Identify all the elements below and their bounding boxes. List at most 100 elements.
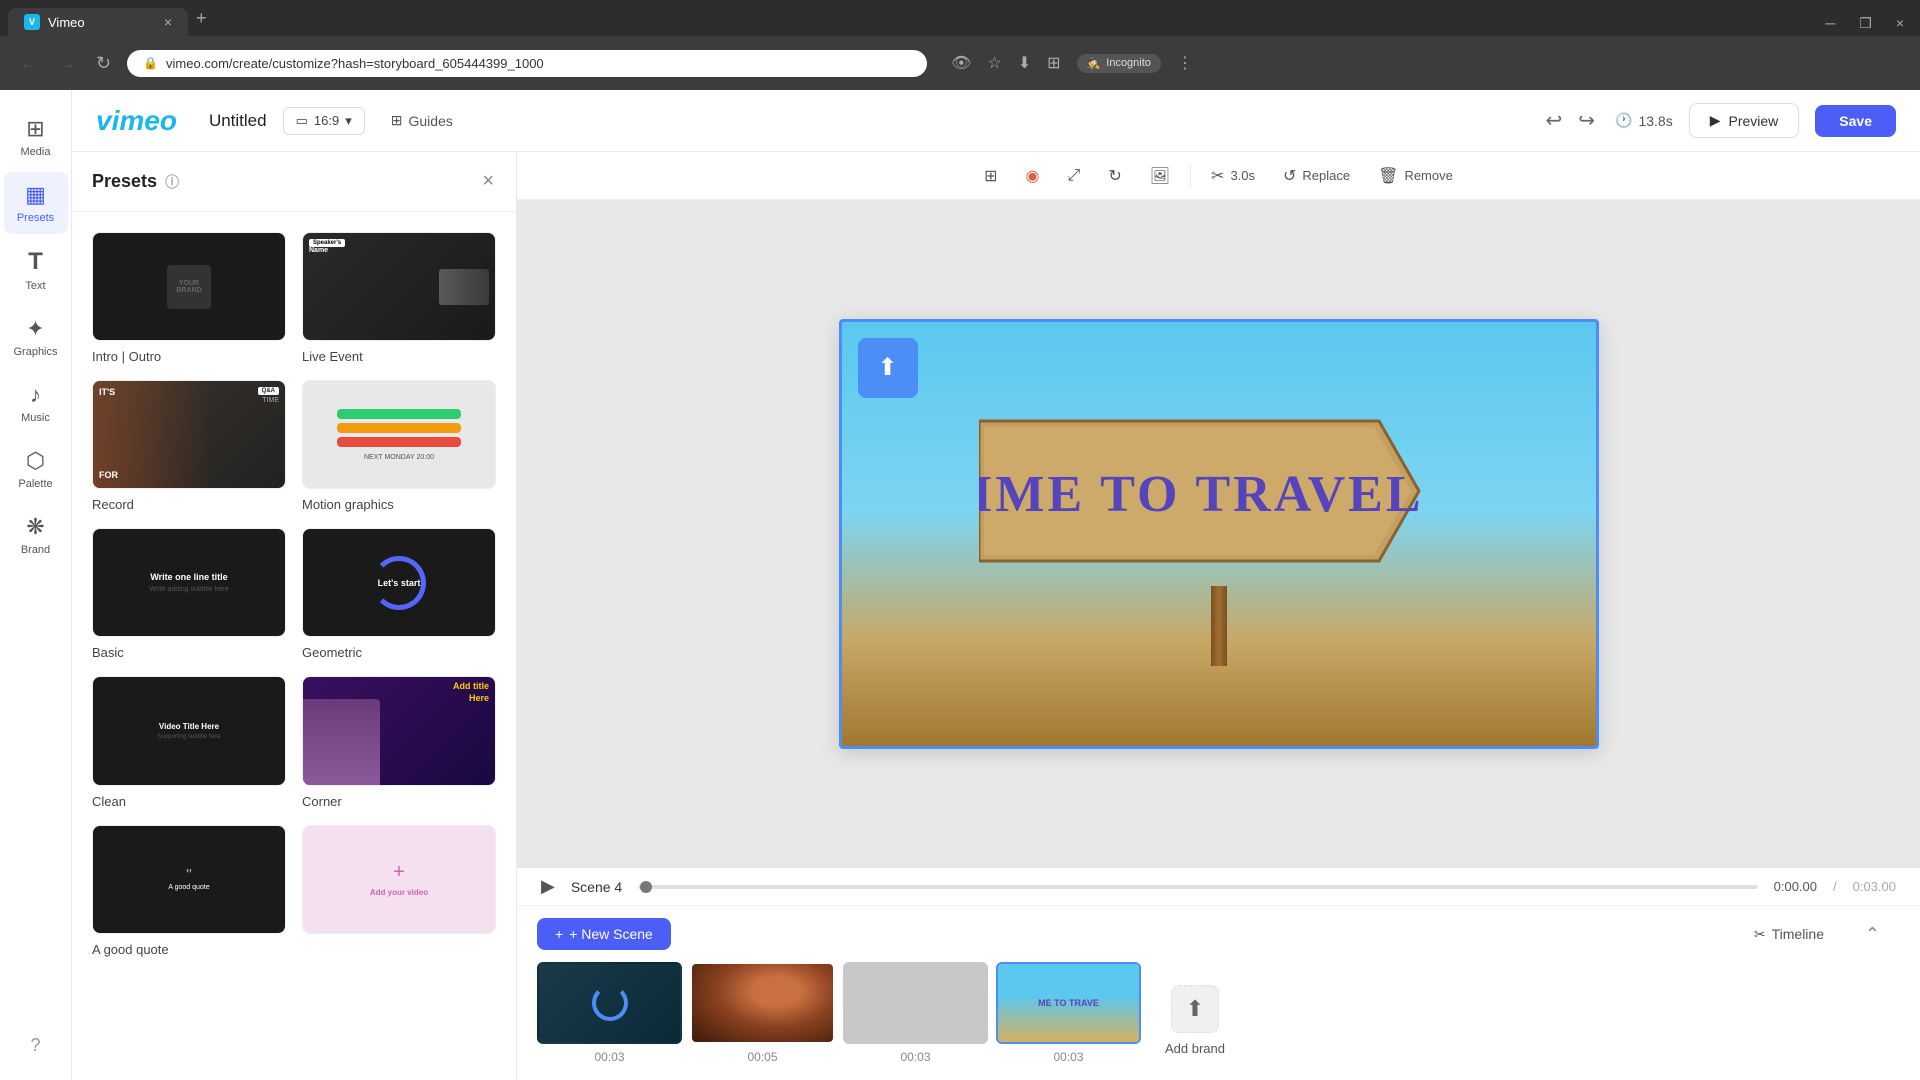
motion-bar-red bbox=[337, 437, 460, 447]
sign-pole bbox=[1211, 586, 1227, 666]
tab-favicon: V bbox=[24, 14, 40, 30]
guides-label: Guides bbox=[408, 113, 452, 129]
new-scene-button[interactable]: + + New Scene bbox=[537, 918, 671, 950]
save-button[interactable]: Save bbox=[1815, 105, 1896, 137]
preset-label-live: Live Event bbox=[302, 349, 496, 364]
editor-canvas-area: TIME TO TRAVEL ⬆ bbox=[517, 200, 1920, 867]
replace-label: Replace bbox=[1302, 168, 1350, 183]
toolbar-grid-tool[interactable]: ⊞ bbox=[972, 160, 1009, 192]
preset-clean[interactable]: Video Title Here Supporting subtitle her… bbox=[92, 676, 286, 808]
preview-button[interactable]: ▶ Preview bbox=[1689, 103, 1800, 138]
toolbar-trim-tool[interactable]: ✂ 3.0s bbox=[1199, 160, 1267, 192]
sidebar-item-brand[interactable]: ❋ Brand bbox=[4, 504, 68, 566]
aspect-ratio-button[interactable]: ▭ 16:9 ▾ bbox=[283, 107, 365, 135]
scene-thumb-3[interactable]: 00:03 bbox=[843, 962, 988, 1064]
vimeo-logo: vimeo bbox=[96, 105, 177, 137]
reload-button[interactable]: ↻ bbox=[92, 49, 115, 78]
scene-1-duration: 00:03 bbox=[594, 1050, 624, 1064]
preset-intro-outro[interactable]: YOUR BRAND Intro | Outro bbox=[92, 232, 286, 364]
address-bar[interactable]: 🔒 vimeo.com/create/customize?hash=storyb… bbox=[127, 50, 927, 77]
preset-basic[interactable]: Write one line title Write adding subtit… bbox=[92, 528, 286, 660]
play-button[interactable]: ▶ bbox=[541, 876, 555, 897]
motion-thumb-inner: NEXT MONDAY 20:00 bbox=[303, 381, 495, 488]
menu-icon[interactable]: ⋮ bbox=[1177, 53, 1193, 73]
scene-progress-bar[interactable] bbox=[638, 885, 1757, 889]
win-minimize-btn[interactable]: ─ bbox=[1817, 11, 1843, 36]
canvas-frame[interactable]: TIME TO TRAVEL ⬆ bbox=[839, 319, 1599, 749]
new-scene-label: + New Scene bbox=[569, 926, 653, 942]
progress-thumb bbox=[640, 881, 652, 893]
add-brand-button[interactable]: ⬆ Add brand bbox=[1157, 977, 1233, 1064]
clock-icon: 🕐 bbox=[1615, 112, 1632, 129]
help-button[interactable]: ? bbox=[22, 1027, 48, 1064]
bookmark-icon[interactable]: ☆ bbox=[987, 53, 1001, 73]
undo-button[interactable]: ↩ bbox=[1542, 104, 1567, 137]
preset-corner[interactable]: Add titleHere Corner bbox=[302, 676, 496, 808]
sidebar-item-palette[interactable]: ⬡ Palette bbox=[4, 438, 68, 500]
extensions-icon[interactable]: ⊞ bbox=[1047, 53, 1060, 73]
toolbar-image-tool[interactable]: 🖼 bbox=[1138, 160, 1182, 192]
panel-info-icon[interactable]: ⓘ bbox=[165, 172, 179, 192]
scene-thumbnails: 00:03 00:05 00:03 bbox=[517, 962, 1920, 1080]
scene-3-duration: 00:03 bbox=[900, 1050, 930, 1064]
preset-thumb-clean: Video Title Here Supporting subtitle her… bbox=[92, 676, 286, 785]
preset-label-motion: Motion graphics bbox=[302, 497, 496, 512]
preset-geometric[interactable]: Let's start Geometric bbox=[302, 528, 496, 660]
image-icon: 🖼 bbox=[1150, 166, 1170, 186]
live-thumb-inner: Speaker's Name bbox=[303, 233, 495, 340]
scene-thumb-4[interactable]: ME TO TRAVE 00:03 bbox=[996, 962, 1141, 1064]
browser-tab-vimeo[interactable]: V Vimeo × bbox=[8, 8, 188, 36]
timeline-collapse-button[interactable]: ⌃ bbox=[1865, 924, 1880, 945]
canvas-upload-button[interactable]: ⬆ bbox=[858, 338, 918, 398]
scene-thumb-1[interactable]: 00:03 bbox=[537, 962, 682, 1064]
toolbar-expand-tool[interactable]: ⤢ bbox=[1056, 161, 1093, 191]
browser-tabs: V Vimeo × + ─ ❐ × bbox=[0, 0, 1920, 36]
new-tab-button[interactable]: + bbox=[188, 8, 215, 29]
preset-thumb-corner: Add titleHere bbox=[302, 676, 496, 785]
url-text: vimeo.com/create/customize?hash=storyboa… bbox=[166, 56, 911, 71]
preset-label-intro: Intro | Outro bbox=[92, 349, 286, 364]
eye-off-icon[interactable]: 👁 bbox=[951, 53, 971, 73]
download-icon[interactable]: ⬇ bbox=[1018, 53, 1031, 73]
panel-close-button[interactable]: × bbox=[480, 168, 496, 195]
guides-button[interactable]: ⊞ Guides bbox=[381, 107, 463, 134]
incognito-badge: 🕵 Incognito bbox=[1077, 54, 1161, 73]
top-right-controls: ↩ ↪ 🕐 13.8s ▶ Preview Save bbox=[1542, 103, 1897, 138]
corner-person-bg bbox=[303, 699, 380, 785]
sidebar-item-media[interactable]: ⊞ Media bbox=[4, 106, 68, 168]
back-button[interactable]: ← bbox=[16, 49, 42, 78]
win-maximize-btn[interactable]: ❐ bbox=[1851, 11, 1880, 36]
timeline-toggle[interactable]: ✂ Timeline bbox=[1754, 926, 1824, 943]
top-bar: vimeo Untitled ▭ 16:9 ▾ ⊞ Guides ↩ ↪ 🕐 1… bbox=[72, 90, 1920, 152]
preset-label-corner: Corner bbox=[302, 794, 496, 809]
sidebar-item-text[interactable]: T Text bbox=[4, 238, 68, 302]
timeline-label: Timeline bbox=[1772, 926, 1824, 942]
toolbar-remove-tool[interactable]: 🗑 Remove bbox=[1366, 160, 1465, 192]
tab-close-btn[interactable]: × bbox=[164, 14, 172, 30]
lock-icon: 🔒 bbox=[143, 56, 158, 70]
tab-title: Vimeo bbox=[48, 15, 85, 30]
project-title[interactable]: Untitled bbox=[209, 111, 267, 131]
win-close-btn[interactable]: × bbox=[1888, 11, 1912, 36]
preset-motion-graphics[interactable]: NEXT MONDAY 20:00 Motion graphics bbox=[302, 380, 496, 512]
timeline-scissors-icon: ✂ bbox=[1754, 926, 1766, 943]
redo-button[interactable]: ↪ bbox=[1574, 104, 1599, 137]
sidebar-item-graphics[interactable]: ✦ Graphics bbox=[4, 306, 68, 368]
sidebar-item-music[interactable]: ♪ Music bbox=[4, 372, 68, 434]
expand-icon: ⤢ bbox=[1068, 167, 1081, 185]
preset-record[interactable]: IT'S FOR Q&A TIME Record bbox=[92, 380, 286, 512]
panel-header: Presets ⓘ × bbox=[72, 152, 516, 212]
forward-button[interactable]: → bbox=[54, 49, 80, 78]
record-time-badge: TIME bbox=[262, 397, 279, 404]
record-qa-badge: Q&A bbox=[258, 387, 279, 395]
preset-quote[interactable]: " A good quote A good quote bbox=[92, 825, 286, 957]
toolbar-rotate-tool[interactable]: ↻ bbox=[1096, 160, 1133, 192]
sidebar-item-presets[interactable]: ▦ Presets bbox=[4, 172, 68, 234]
undo-redo-group: ↩ ↪ bbox=[1542, 104, 1600, 137]
intro-thumb-inner: YOUR BRAND bbox=[93, 233, 285, 340]
scene-thumb-2[interactable]: 00:05 bbox=[690, 962, 835, 1064]
preset-live-event[interactable]: Speaker's Name Live Event bbox=[302, 232, 496, 364]
preset-add-video[interactable]: + Add your video bbox=[302, 825, 496, 957]
toolbar-replace-tool[interactable]: ↺ Replace bbox=[1271, 160, 1362, 192]
toolbar-color-tool[interactable]: ◉ bbox=[1014, 160, 1052, 192]
